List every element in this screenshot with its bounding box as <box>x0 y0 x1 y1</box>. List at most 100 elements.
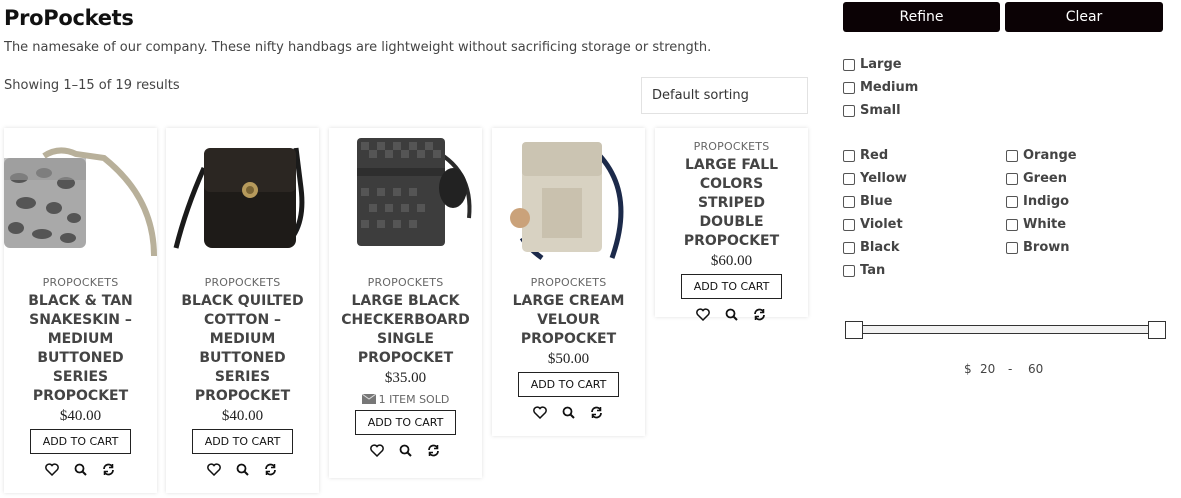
refine-button[interactable]: Refine <box>843 2 1000 32</box>
product-actions <box>4 463 157 483</box>
product-category: PROPOCKETS <box>530 276 607 289</box>
checkbox-label: Brown <box>1023 240 1070 255</box>
refresh-icon[interactable] <box>261 463 281 481</box>
search-icon[interactable] <box>722 308 742 326</box>
product-name[interactable]: LARGE CREAM VELOUR PROPOCKET <box>502 292 635 349</box>
product-image[interactable] <box>4 128 157 268</box>
checkbox[interactable] <box>1006 195 1018 208</box>
color-filter-violet[interactable]: Violet <box>843 217 903 232</box>
checkbox-label: Tan <box>860 263 886 278</box>
color-filter-tan[interactable]: Tan <box>843 263 885 278</box>
product-card[interactable]: PROPOCKETS LARGE CREAM VELOUR PROPOCKET … <box>492 128 645 436</box>
heart-icon[interactable] <box>42 463 62 481</box>
add-to-cart-button[interactable]: ADD TO CART <box>354 410 457 435</box>
heart-icon[interactable] <box>367 444 387 462</box>
product-actions <box>492 406 645 426</box>
checkbox[interactable] <box>843 172 855 185</box>
color-filter-red[interactable]: Red <box>843 148 888 163</box>
color-filter-white[interactable]: White <box>1006 217 1066 232</box>
color-filter-black[interactable]: Black <box>843 240 900 255</box>
search-icon[interactable] <box>396 444 416 462</box>
checkbox[interactable] <box>843 104 855 117</box>
checkbox[interactable] <box>843 195 855 208</box>
product-price: $35.00 <box>384 370 427 386</box>
add-to-cart-button[interactable]: ADD TO CART <box>29 429 132 454</box>
checkbox[interactable] <box>843 149 855 162</box>
heart-icon[interactable] <box>693 308 713 326</box>
price-slider-track[interactable] <box>853 325 1157 334</box>
checkbox-label: Orange <box>1023 148 1077 163</box>
price-slider-max-handle[interactable] <box>1148 321 1166 339</box>
checkbox-label: Small <box>860 103 901 118</box>
checkbox[interactable] <box>1006 241 1018 254</box>
checkbox-label: Blue <box>860 194 893 209</box>
color-filter-indigo[interactable]: Indigo <box>1006 194 1069 209</box>
size-filter-small[interactable]: Small <box>843 103 901 118</box>
items-sold-badge: 1 ITEM SOLD <box>329 393 482 406</box>
checkbox[interactable] <box>843 241 855 254</box>
product-actions <box>655 308 808 328</box>
checkbox[interactable] <box>843 58 855 71</box>
sorting-select[interactable]: Default sorting <box>641 77 808 114</box>
checkbox[interactable] <box>843 264 855 277</box>
price-separator: - <box>1008 362 1013 376</box>
checkbox[interactable] <box>1006 218 1018 231</box>
price-min-value: 20 <box>980 362 996 376</box>
color-filter-yellow[interactable]: Yellow <box>843 171 907 186</box>
checkbox[interactable] <box>1006 149 1018 162</box>
clear-button[interactable]: Clear <box>1005 2 1163 32</box>
color-filter-orange[interactable]: Orange <box>1006 148 1077 163</box>
product-actions <box>329 444 482 464</box>
product-card[interactable]: PROPOCKETS LARGE FALL COLORS STRIPED DOU… <box>655 128 808 322</box>
product-category: PROPOCKETS <box>367 276 444 289</box>
envelope-icon <box>361 393 376 404</box>
product-name[interactable]: BLACK QUILTED COTTON – MEDIUM BUTTONED S… <box>176 292 309 406</box>
size-filter-large[interactable]: Large <box>843 57 902 72</box>
checkbox[interactable] <box>843 81 855 94</box>
color-filter-green[interactable]: Green <box>1006 171 1067 186</box>
search-icon[interactable] <box>559 406 579 424</box>
product-image[interactable] <box>166 128 319 268</box>
size-filter-medium[interactable]: Medium <box>843 80 918 95</box>
checkbox-label: Violet <box>860 217 903 232</box>
product-card[interactable]: PROPOCKETS BLACK QUILTED COTTON – MEDIUM… <box>166 128 319 493</box>
refresh-icon[interactable] <box>750 308 770 326</box>
items-sold-text: 1 ITEM SOLD <box>378 393 450 406</box>
checkbox-label: Yellow <box>860 171 907 186</box>
product-category: PROPOCKETS <box>204 276 281 289</box>
heart-icon[interactable] <box>530 406 550 424</box>
checkbox[interactable] <box>1006 172 1018 185</box>
checkbox-label: Indigo <box>1023 194 1070 209</box>
product-price: $60.00 <box>710 253 753 269</box>
product-name[interactable]: LARGE BLACK CHECKERBOARD SINGLE PROPOCKE… <box>339 292 472 368</box>
add-to-cart-button[interactable]: ADD TO CART <box>517 372 620 397</box>
add-to-cart-button[interactable]: ADD TO CART <box>680 274 783 299</box>
category-description: The namesake of our company. These nifty… <box>4 40 712 55</box>
product-card[interactable]: PROPOCKETS LARGE BLACK CHECKERBOARD SING… <box>329 128 482 478</box>
checkbox-label: Red <box>860 148 889 163</box>
refresh-icon[interactable] <box>587 406 607 424</box>
heart-icon[interactable] <box>204 463 224 481</box>
checkbox[interactable] <box>843 218 855 231</box>
add-to-cart-button[interactable]: ADD TO CART <box>191 429 294 454</box>
color-filter-blue[interactable]: Blue <box>843 194 892 209</box>
product-price: $40.00 <box>59 408 102 424</box>
search-icon[interactable] <box>71 463 91 481</box>
product-category: PROPOCKETS <box>42 276 119 289</box>
refresh-icon[interactable] <box>99 463 119 481</box>
product-price: $50.00 <box>547 351 590 367</box>
product-name[interactable]: LARGE FALL COLORS STRIPED DOUBLE PROPOCK… <box>665 156 798 251</box>
color-filter-brown[interactable]: Brown <box>1006 240 1070 255</box>
price-slider-min-handle[interactable] <box>845 321 863 339</box>
price-max-value: 60 <box>1028 362 1044 376</box>
product-name[interactable]: BLACK & TAN SNAKESKIN – MEDIUM BUTTONED … <box>14 292 147 406</box>
product-card[interactable]: PROPOCKETS BLACK & TAN SNAKESKIN – MEDIU… <box>4 128 157 493</box>
checkbox-label: Medium <box>860 80 919 95</box>
product-image[interactable] <box>329 128 482 268</box>
checkbox-label: Large <box>860 57 902 72</box>
page-title: ProPockets <box>4 6 134 30</box>
product-actions <box>166 463 319 483</box>
search-icon[interactable] <box>233 463 253 481</box>
refresh-icon[interactable] <box>424 444 444 462</box>
product-image[interactable] <box>492 128 645 268</box>
